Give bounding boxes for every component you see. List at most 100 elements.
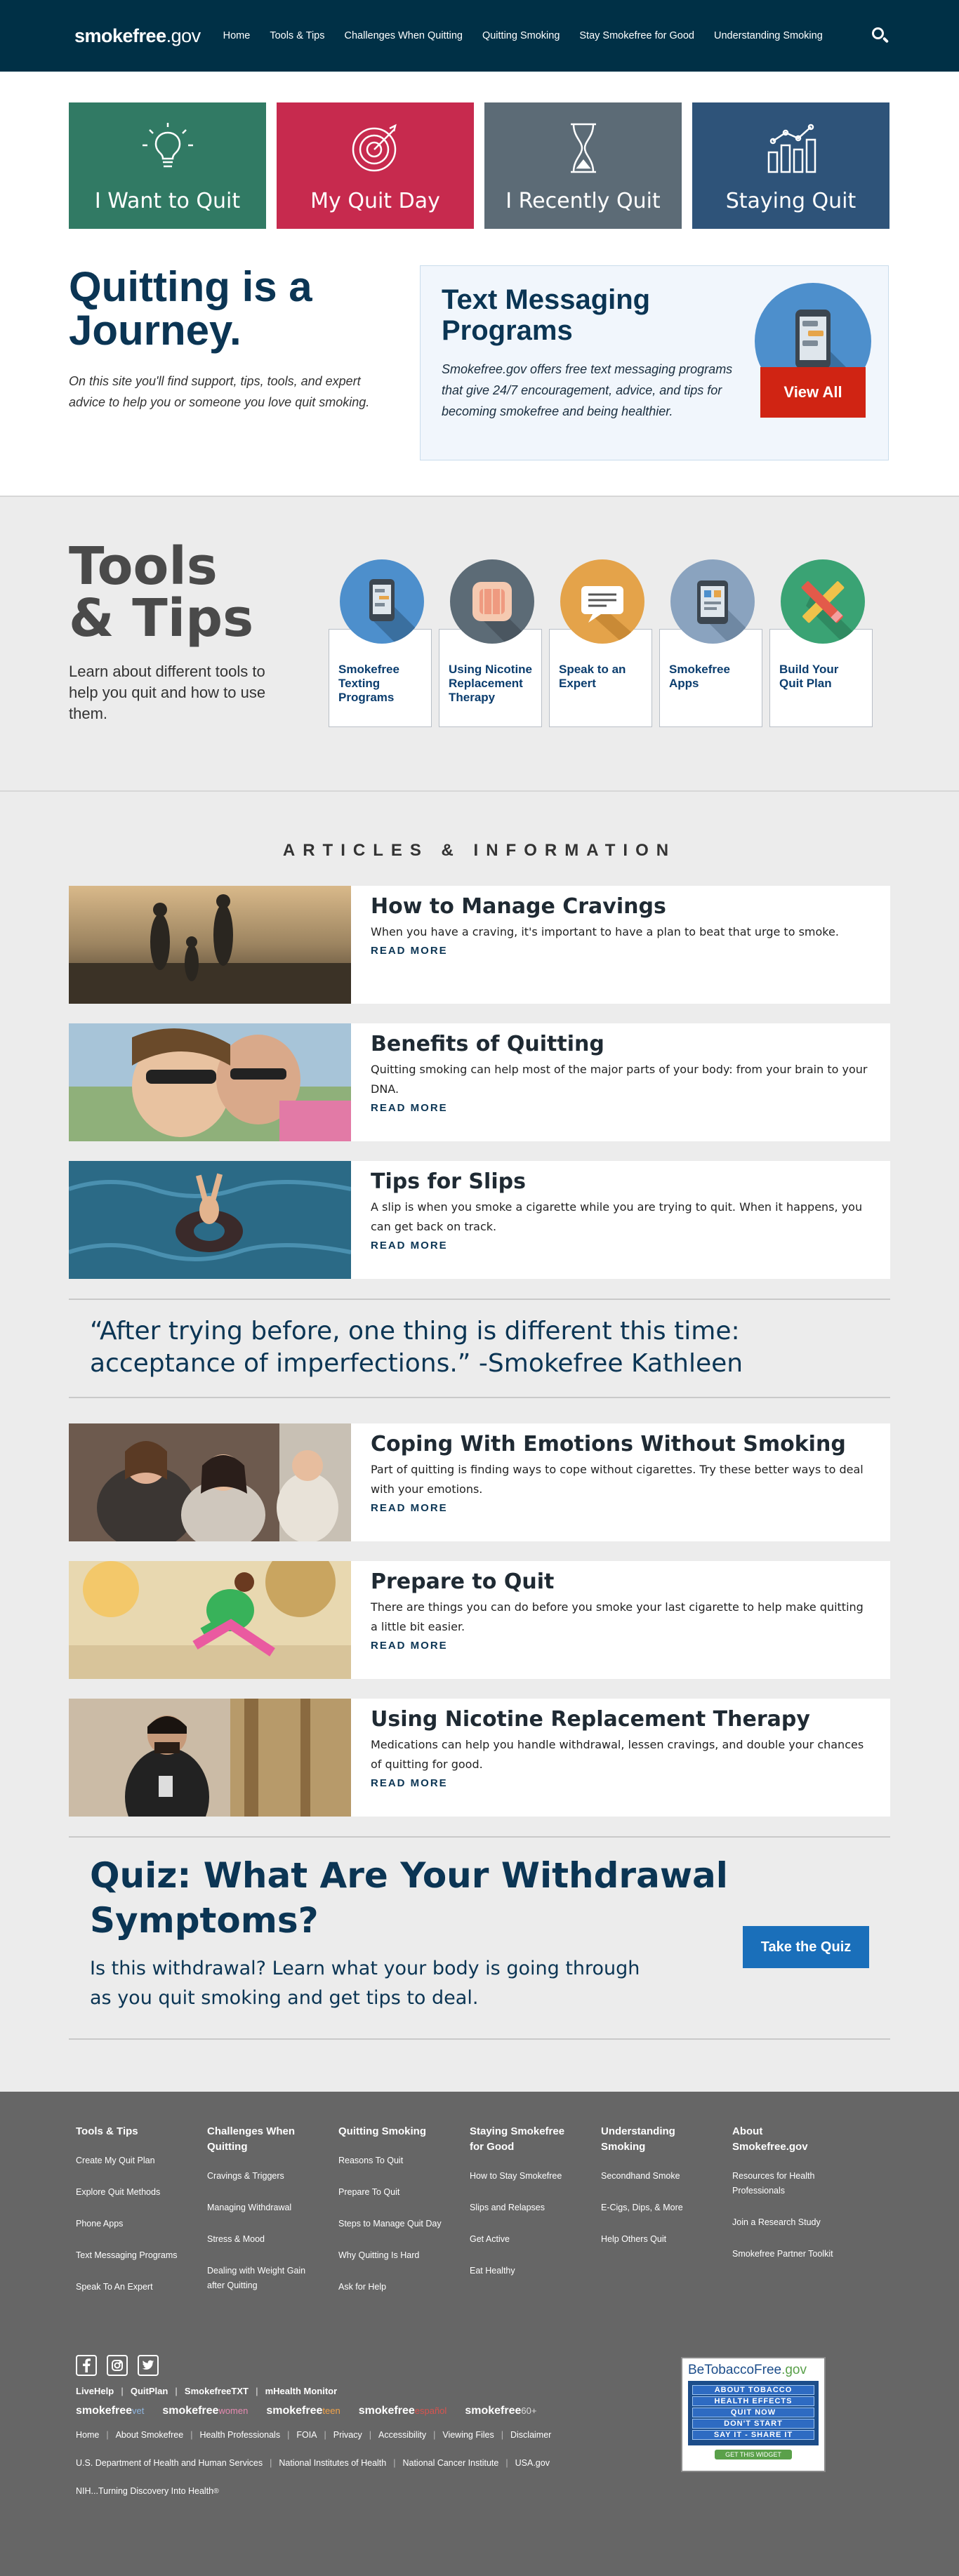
quitplan-link[interactable]: QuitPlan [131, 2386, 168, 2396]
brand-smokefree-60plus[interactable]: smokefree60+ [465, 2405, 536, 2417]
footer-privacy-link[interactable]: Privacy [333, 2430, 362, 2440]
footer-link[interactable]: Phone Apps [76, 2217, 181, 2231]
nav-tools-tips[interactable]: Tools & Tips [270, 30, 324, 41]
footer-link[interactable]: Explore Quit Methods [76, 2185, 181, 2200]
footer-link[interactable]: Slips and Relapses [470, 2200, 575, 2215]
article-card[interactable]: Using Nicotine Replacement Therapy Medic… [69, 1699, 890, 1817]
tool-card-texting[interactable]: Smokefree Texting Programs [329, 559, 432, 727]
article-card[interactable]: How to Manage Cravings When you have a c… [69, 886, 890, 1004]
footer-link[interactable]: Why Quitting Is Hard [338, 2248, 444, 2263]
article-card[interactable]: Prepare to Quit There are things you can… [69, 1561, 890, 1679]
footer-link[interactable]: Speak To An Expert [76, 2280, 181, 2295]
tool-card-nrt[interactable]: Using Nicotine Replacement Therapy [439, 559, 542, 727]
quiz-promo: Quiz: What Are Your Withdrawal Symptoms?… [69, 1836, 890, 2040]
nav-understanding-smoking[interactable]: Understanding Smoking [714, 30, 823, 41]
nci-link[interactable]: National Cancer Institute [402, 2458, 498, 2468]
instagram-icon[interactable] [107, 2355, 128, 2376]
footer-link[interactable]: Eat Healthy [470, 2264, 575, 2278]
tile-i-recently-quit[interactable]: I Recently Quit [484, 102, 682, 229]
read-more-link[interactable]: READ MORE [371, 1240, 872, 1252]
tool-cards: Smokefree Texting Programs Using Nicotin… [329, 540, 873, 727]
footer-link[interactable]: Create My Quit Plan [76, 2153, 181, 2168]
text-messaging-promo: Text Messaging Programs Smokefree.gov of… [420, 265, 889, 460]
widget-item[interactable]: DON'T START [692, 2419, 814, 2429]
nav-stay-smokefree[interactable]: Stay Smokefree for Good [579, 30, 694, 41]
tool-card-label: Speak to an Expert [559, 663, 626, 690]
footer-viewing-files-link[interactable]: Viewing Files [442, 2430, 494, 2440]
footer-disclaimer-link[interactable]: Disclaimer [510, 2430, 551, 2440]
betobaccofree-widget[interactable]: BeTobaccoFree.gov ABOUT TOBACCO HEALTH E… [681, 2357, 826, 2472]
brand-smokefree-espanol[interactable]: smokefreeespañol [359, 2405, 447, 2417]
brand-smokefree-women[interactable]: smokefreewomen [162, 2405, 248, 2417]
footer-home-link[interactable]: Home [76, 2430, 99, 2440]
widget-item[interactable]: SAY IT - SHARE IT [692, 2430, 814, 2440]
tool-card-expert[interactable]: Speak to an Expert [549, 559, 652, 727]
footer-link[interactable]: Ask for Help [338, 2280, 444, 2295]
brand-smokefree-teen[interactable]: smokefreeteen [266, 2405, 340, 2417]
livehelp-link[interactable]: LiveHelp [76, 2386, 114, 2396]
read-more-link[interactable]: READ MORE [371, 1777, 872, 1789]
footer-column-title: Understanding Smoking [601, 2125, 675, 2153]
usagov-link[interactable]: USA.gov [515, 2458, 550, 2468]
site-logo[interactable]: smokefree.gov [74, 25, 201, 47]
take-quiz-button[interactable]: Take the Quiz [743, 1926, 869, 1968]
nav-quitting-smoking[interactable]: Quitting Smoking [482, 30, 560, 41]
footer-link[interactable]: Secondhand Smoke [601, 2169, 706, 2184]
footer-column-challenges: Challenges When Quitting Cravings & Trig… [207, 2124, 338, 2311]
footer-link[interactable]: Get Active [470, 2232, 575, 2247]
tile-staying-quit[interactable]: Staying Quit [692, 102, 889, 229]
mhealth-monitor-link[interactable]: mHealth Monitor [265, 2386, 338, 2396]
nih-tagline[interactable]: NIH...Turning Discovery Into Health ® [76, 2486, 890, 2496]
view-all-button[interactable]: View All [760, 367, 866, 418]
tool-card-apps[interactable]: Smokefree Apps [659, 559, 762, 727]
footer-link[interactable]: How to Stay Smokefree [470, 2169, 575, 2184]
footer-link[interactable]: Cravings & Triggers [207, 2169, 312, 2184]
footer-link[interactable]: Steps to Manage Quit Day [338, 2217, 444, 2231]
article-card[interactable]: Tips for Slips A slip is when you smoke … [69, 1161, 890, 1279]
nav-challenges[interactable]: Challenges When Quitting [345, 30, 463, 41]
article-card[interactable]: Benefits of Quitting Quitting smoking ca… [69, 1023, 890, 1141]
nih-link[interactable]: National Institutes of Health [279, 2458, 386, 2468]
footer-link[interactable]: Stress & Mood [207, 2232, 312, 2247]
tile-i-want-to-quit[interactable]: I Want to Quit [69, 102, 266, 229]
footer-column-tools: Tools & Tips Create My Quit Plan Explore… [76, 2124, 207, 2311]
footer-about-link[interactable]: About Smokefree [116, 2430, 184, 2440]
footer-link[interactable]: Prepare To Quit [338, 2185, 444, 2200]
footer-link[interactable]: Resources for Health Professionals [732, 2169, 838, 2198]
tool-card-quit-plan[interactable]: Build Your Quit Plan [769, 559, 873, 727]
tile-label: I Recently Quit [505, 189, 661, 213]
footer-link[interactable]: E-Cigs, Dips, & More [601, 2200, 706, 2215]
twitter-icon[interactable] [138, 2355, 159, 2376]
footer-link[interactable]: Reasons To Quit [338, 2153, 444, 2168]
read-more-link[interactable]: READ MORE [371, 1502, 872, 1514]
tools-tips-section: Tools & Tips Learn about different tools… [0, 497, 959, 792]
widget-item[interactable]: QUIT NOW [692, 2408, 814, 2417]
search-icon[interactable] [871, 26, 890, 46]
footer-health-pros-link[interactable]: Health Professionals [199, 2430, 280, 2440]
footer-link[interactable]: Help Others Quit [601, 2232, 706, 2247]
get-widget-button[interactable]: GET THIS WIDGET [715, 2450, 792, 2459]
article-description: Medications can help you handle withdraw… [371, 1738, 864, 1771]
footer-link[interactable]: Text Messaging Programs [76, 2248, 181, 2263]
footer-link[interactable]: Smokefree Partner Toolkit [732, 2247, 838, 2262]
read-more-link[interactable]: READ MORE [371, 1102, 872, 1114]
hhs-link[interactable]: U.S. Department of Health and Human Serv… [76, 2458, 263, 2468]
facebook-icon[interactable] [76, 2355, 97, 2376]
tools-description: Learn about different tools to help you … [69, 663, 266, 722]
article-card[interactable]: Coping With Emotions Without Smoking Par… [69, 1423, 890, 1541]
footer-link[interactable]: Join a Research Study [732, 2215, 838, 2230]
read-more-link[interactable]: READ MORE [371, 1640, 872, 1652]
top-nav: smokefree.gov Home Tools & Tips Challeng… [0, 0, 959, 72]
read-more-link[interactable]: READ MORE [371, 945, 839, 957]
smokefreetxt-link[interactable]: SmokefreeTXT [185, 2386, 249, 2396]
brand-smokefree-vet[interactable]: smokefreevet [76, 2405, 144, 2417]
footer-accessibility-link[interactable]: Accessibility [378, 2430, 426, 2440]
tile-my-quit-day[interactable]: My Quit Day [277, 102, 474, 229]
footer-link[interactable]: Dealing with Weight Gain after Quitting [207, 2264, 312, 2293]
widget-item[interactable]: ABOUT TOBACCO [692, 2385, 814, 2395]
nav-home[interactable]: Home [223, 30, 251, 41]
widget-title: BeTobaccoFree.gov [688, 2363, 807, 2377]
widget-item[interactable]: HEALTH EFFECTS [692, 2396, 814, 2406]
footer-foia-link[interactable]: FOIA [296, 2430, 317, 2440]
footer-link[interactable]: Managing Withdrawal [207, 2200, 312, 2215]
